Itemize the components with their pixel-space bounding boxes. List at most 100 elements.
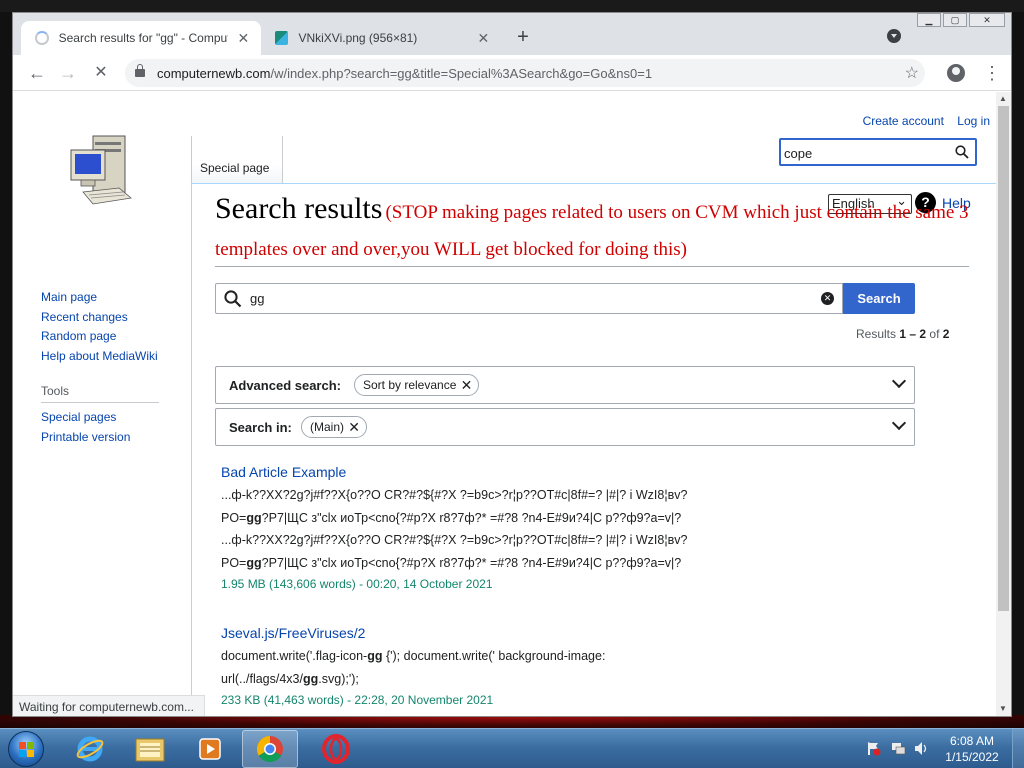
stop-loading-icon[interactable]: ✕ [89,61,113,85]
namespace-chip[interactable]: (Main) ✕ [301,416,368,438]
search-result: Bad Article Example ...ф-k??XX?2g?j#f??X… [221,462,781,594]
desktop-left-strip [0,12,12,717]
wiki-search-input[interactable] [784,144,944,162]
result-meta: 233 KB (41,463 words) - 22:28, 20 Novemb… [221,693,494,707]
tab-strip: Search results for "gg" - Comput ✕ VNkiX… [13,13,1011,55]
search-match-highlight: gg [302,671,319,686]
show-desktop-button[interactable] [1012,729,1024,768]
sidebar-item-main-page[interactable]: Main page [41,288,191,308]
tab-title: VNkiXVi.png (956×81) [298,31,418,45]
snippet-line: ...ф-k??XX?2g?j#f??X{o??O CR?#?${#?X ?=b… [221,488,688,502]
clock-time: 6:08 AM [949,734,995,748]
tab-special-page[interactable]: Special page [191,136,283,183]
query-field[interactable]: gg ✕ [215,283,843,314]
status-bubble: Waiting for computernewb.com... [13,695,205,716]
action-center-flag-icon[interactable] [866,741,881,756]
query-text[interactable]: gg [250,291,264,306]
create-account-link[interactable]: Create account [863,114,944,128]
windows-logo-icon [19,742,34,757]
volume-icon[interactable] [914,741,929,756]
profile-avatar-icon[interactable] [947,64,965,82]
result-meta: 1.95 MB (143,606 words) - 00:20, 14 Octo… [221,577,493,591]
clear-query-icon[interactable]: ✕ [821,292,834,305]
search-match-highlight: gg [246,510,262,525]
opera-icon [322,734,350,764]
search-in-panel[interactable]: Search in: (Main) ✕ [215,408,915,446]
window-close-button[interactable]: ✕ [969,13,1005,27]
search-button[interactable]: Search [843,283,915,314]
forward-arrow-icon[interactable]: → [56,61,80,85]
snippet-line: PO=gg?P7|ЩС з"clx иоТр<cno{?#p?X r8?7ф?*… [221,555,682,570]
browser-toolbar: ← → ✕ computernewb.com/w/index.php?searc… [13,55,1011,91]
desktop-right-strip [1012,12,1024,717]
media-player-icon [199,738,221,760]
maximize-button[interactable]: ▢ [943,13,967,27]
browser-menu-icon[interactable]: ⋮ [983,61,1001,85]
sidebar-item-help[interactable]: Help about MediaWiki [41,347,191,367]
page-title: Search results (STOP making pages relate… [215,192,981,268]
log-in-link[interactable]: Log in [957,114,990,128]
scroll-down-icon[interactable]: ▼ [999,704,1007,713]
tab-special-page-label: Special page [200,161,270,175]
result-snippet: ...ф-k??XX?2g?j#f??X{o??O CR?#?${#?X ?=b… [221,484,781,574]
close-icon[interactable]: ✕ [236,30,251,47]
tools-heading: Tools [41,384,159,403]
result-title-link[interactable]: Bad Article Example [221,462,781,482]
personal-tools: Create account Log in [853,114,990,128]
address-bar[interactable]: computernewb.com/w/index.php?search=gg&t… [125,59,925,87]
search-match-highlight: gg [367,649,383,663]
search-in-label: Search in: [229,420,292,435]
snippet-line: document.write('.flag-icon-gg {'); docum… [221,649,606,663]
start-button[interactable] [8,731,44,767]
results-count: Results 1 – 2 of 2 [856,327,950,341]
tab-search-results[interactable]: Search results for "gg" - Comput ✕ [21,21,261,55]
scrollbar-thumb[interactable] [998,106,1009,611]
minimize-button[interactable]: ▁ [917,13,941,27]
site-logo-computer-icon[interactable] [67,130,139,218]
internet-explorer-task[interactable] [62,730,118,768]
search-icon [224,290,242,308]
new-tab-button[interactable]: + [511,26,535,50]
desktop-top-strip [0,0,1024,12]
search-result: Jseval.js/FreeViruses/2 document.write('… [221,623,781,710]
sidebar-item-special-pages[interactable]: Special pages [41,408,191,428]
sidebar-item-recent-changes[interactable]: Recent changes [41,308,191,328]
remove-chip-icon[interactable]: ✕ [348,417,360,437]
advanced-search-panel[interactable]: Advanced search: Sort by relevance ✕ [215,366,915,404]
clock-date: 1/15/2022 [945,750,999,764]
sidebar-item-printable-version[interactable]: Printable version [41,428,191,448]
remove-chip-icon[interactable]: ✕ [461,375,473,395]
chrome-task[interactable] [242,730,298,768]
browser-window: Search results for "gg" - Comput ✕ VNkiX… [12,12,1012,717]
search-icon[interactable] [955,145,969,159]
bookmark-star-icon[interactable]: ☆ [905,63,919,83]
tab-title: Search results for "gg" - Comput [58,31,228,45]
result-snippet: document.write('.flag-icon-gg {'); docum… [221,645,781,690]
wiki-search-box[interactable] [779,138,977,166]
back-arrow-icon[interactable]: ← [25,61,49,85]
heading-divider [215,266,969,267]
lock-icon [135,64,145,77]
tab-search-icon[interactable] [887,29,901,43]
snippet-line: PO=gg?P7|ЩС з"clx иоТр<cno{?#p?X r8?7ф?*… [221,510,682,525]
folder-icon [135,738,165,762]
loading-spinner-icon [35,31,49,45]
chevron-down-icon[interactable] [891,373,907,389]
sidebar-item-random-page[interactable]: Random page [41,327,191,347]
opera-task[interactable] [308,730,364,768]
sort-chip[interactable]: Sort by relevance ✕ [354,374,480,396]
url-text: computernewb.com/w/index.php?search=gg&t… [157,65,653,81]
chrome-icon [256,735,283,763]
tab-image[interactable]: VNkiXVi.png (956×81) ✕ [261,21,501,55]
result-title-link[interactable]: Jseval.js/FreeViruses/2 [221,623,781,643]
chevron-down-icon[interactable] [891,415,907,431]
file-explorer-task[interactable] [122,730,178,768]
network-icon[interactable] [891,741,906,756]
page-title-text: Search results [215,192,383,225]
snippet-line: ...ф-k??XX?2g?j#f??X{o??O CR?#?${#?X ?=b… [221,533,688,547]
vertical-scrollbar[interactable]: ▲ ▼ [996,92,1011,716]
scroll-up-icon[interactable]: ▲ [999,94,1007,103]
media-player-task[interactable] [182,730,238,768]
close-icon[interactable]: ✕ [476,30,491,47]
taskbar-clock[interactable]: 6:08 AM 1/15/2022 [940,733,1004,765]
